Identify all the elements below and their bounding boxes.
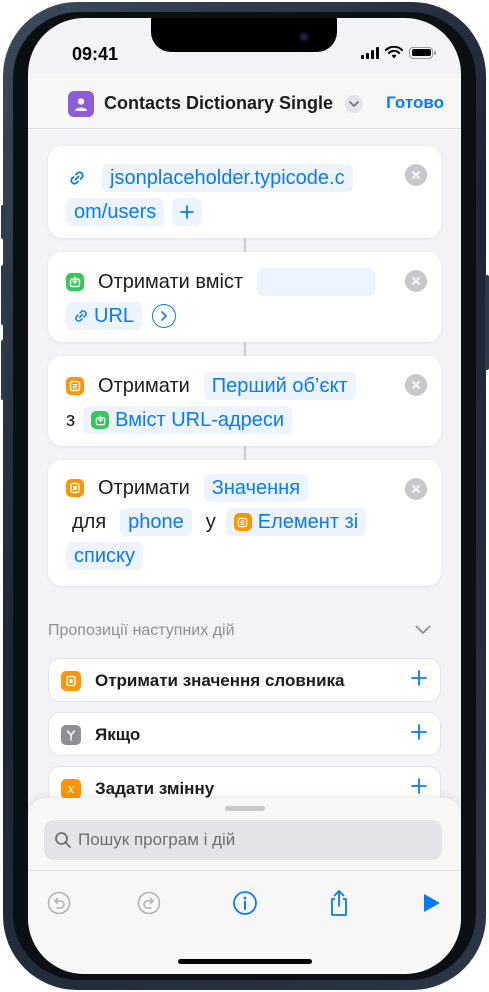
- source-variable[interactable]: Вміст URL-адреси: [83, 406, 293, 434]
- status-time: 09:41: [72, 44, 119, 64]
- search-input[interactable]: Пошук програм і дій: [44, 820, 442, 860]
- url-action[interactable]: jsonplaceholder.typicode.c om/users: [48, 146, 441, 238]
- remove-action-button[interactable]: [405, 270, 427, 292]
- share-icon[interactable]: [326, 889, 352, 916]
- item-selector[interactable]: Перший об’єкт: [203, 372, 356, 400]
- for-label: для: [72, 510, 107, 533]
- shortcut-title[interactable]: Contacts Dictionary Single: [104, 93, 333, 114]
- url-field[interactable]: jsonplaceholder.typicode.c: [102, 164, 353, 192]
- wifi-icon: [385, 46, 403, 59]
- redo-icon[interactable]: [136, 890, 162, 916]
- chevron-down-icon[interactable]: [345, 95, 363, 113]
- play-icon[interactable]: [418, 890, 444, 916]
- plus-icon[interactable]: [410, 723, 428, 746]
- search-placeholder: Пошук програм і дій: [78, 830, 236, 849]
- dictionary-variable-continued[interactable]: списку: [66, 542, 143, 570]
- close-icon: [412, 277, 420, 285]
- close-icon: [412, 485, 420, 493]
- contacts-icon: [68, 91, 94, 117]
- editor-header: Contacts Dictionary Single Готово: [28, 74, 461, 129]
- toolbar-divider: [28, 870, 461, 871]
- info-icon[interactable]: [232, 890, 258, 916]
- suggestion-label: Якщо: [95, 725, 141, 744]
- suggestion-item[interactable]: Якщо: [48, 712, 441, 756]
- signal-icon: [361, 46, 379, 59]
- value-selector[interactable]: Значення: [203, 474, 309, 502]
- add-variable-button[interactable]: [172, 198, 203, 226]
- url-field-continued[interactable]: om/users: [66, 198, 165, 226]
- action-connector: [244, 238, 246, 252]
- action-connector: [244, 342, 246, 356]
- notch: [151, 18, 337, 52]
- plus-icon[interactable]: [410, 777, 428, 800]
- from-label: з: [66, 408, 76, 431]
- get-value-action[interactable]: Отримати Значення для phone у Елемент зі…: [48, 460, 441, 586]
- close-icon: [412, 171, 420, 179]
- side-button: [485, 275, 489, 370]
- sheet-grabber[interactable]: [225, 806, 265, 811]
- remove-action-button[interactable]: [405, 478, 427, 500]
- close-icon: [412, 381, 420, 389]
- suggestion-label: Отримати значення словника: [95, 671, 345, 690]
- side-button: [1, 205, 5, 239]
- list-icon: [66, 377, 84, 395]
- status-icons: [361, 46, 436, 59]
- plus-icon[interactable]: [410, 669, 428, 692]
- action-connector: [244, 446, 246, 460]
- undo-icon[interactable]: [46, 890, 72, 916]
- variable-icon: x: [61, 779, 81, 799]
- dictionary-icon: [66, 479, 84, 497]
- branch-icon: [61, 725, 81, 745]
- link-icon: [66, 170, 88, 186]
- action-sheet: Пошук програм і дій: [28, 798, 461, 974]
- url-parameter[interactable]: URL: [66, 302, 143, 330]
- dictionary-icon: [61, 671, 81, 691]
- download-icon: [91, 411, 110, 429]
- done-button[interactable]: Готово: [386, 93, 444, 113]
- screen: 09:41 Contacts Dictionary Single Готово …: [28, 18, 461, 974]
- camera: [299, 32, 309, 42]
- remove-action-button[interactable]: [405, 164, 427, 186]
- suggestion-item[interactable]: Отримати значення словника: [48, 658, 441, 702]
- search-icon: [55, 832, 71, 848]
- remove-action-button[interactable]: [405, 374, 427, 396]
- download-icon: [66, 273, 84, 291]
- side-button: [1, 340, 5, 400]
- home-indicator: [178, 959, 312, 964]
- action-label: Отримати: [98, 374, 190, 397]
- battery-icon: [409, 46, 436, 59]
- list-icon: [233, 513, 252, 531]
- suggestions-heading: Пропозиції наступних дій: [48, 622, 235, 639]
- plus-icon: [180, 205, 195, 219]
- side-button: [1, 265, 5, 325]
- expand-arrow-icon[interactable]: [152, 304, 177, 328]
- action-label: Отримати вміст: [98, 270, 244, 293]
- key-field[interactable]: phone: [120, 508, 192, 536]
- in-label: у: [205, 510, 216, 533]
- action-label: Отримати: [98, 476, 190, 499]
- link-icon: [75, 310, 87, 322]
- get-contents-action[interactable]: Отримати вміст URL: [48, 252, 441, 342]
- method-field[interactable]: [257, 268, 376, 296]
- suggestion-label: Задати змінну: [95, 779, 215, 798]
- chevron-down-icon[interactable]: [415, 622, 431, 640]
- get-item-action[interactable]: Отримати Перший об’єкт з Вміст URL-адрес…: [48, 356, 441, 446]
- dictionary-variable[interactable]: Елемент зі: [225, 508, 367, 536]
